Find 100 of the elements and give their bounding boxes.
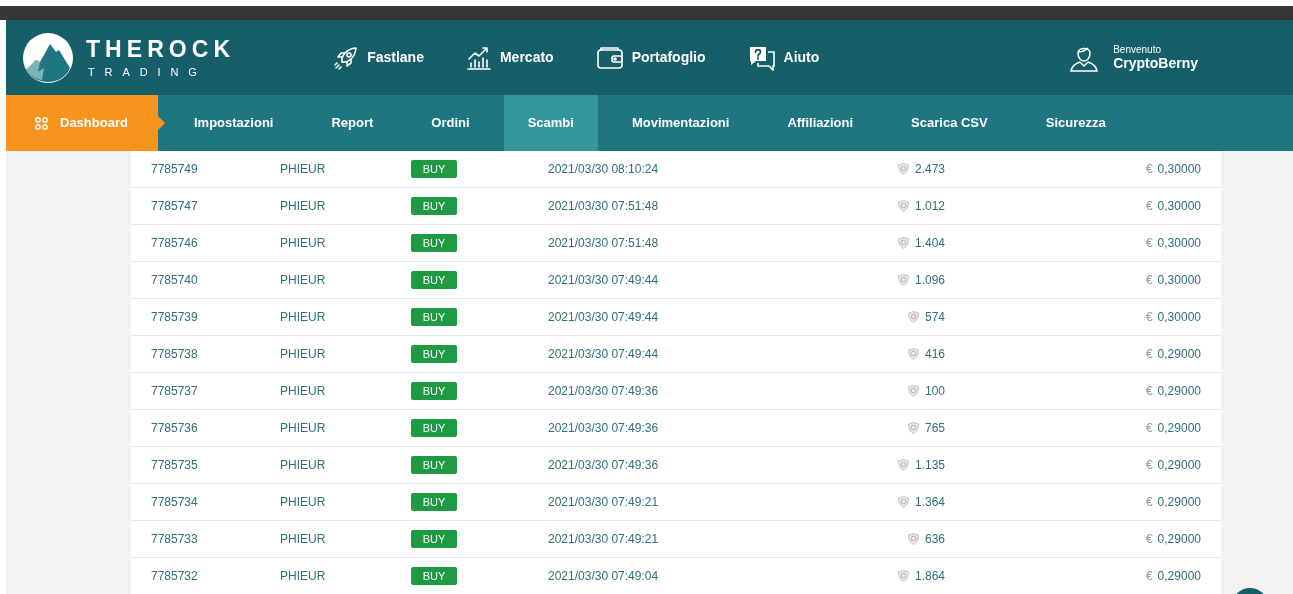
pair-cell-text: PHIEUR [280,235,327,252]
trade-id: 7785733 [150,531,199,548]
shield-coin-icon [897,570,909,582]
amount-cell-text: 2.473 [914,161,945,178]
currency-symbol: € [1145,494,1153,511]
trade-id: 7785738 [150,346,199,363]
trade-id: 7785746 [150,235,199,252]
amount-cell-text: 574 [924,309,945,326]
pair-cell-text: PHIEUR [280,383,327,400]
trade-id: 7785740 [150,272,199,289]
brand-name: THEROCK [86,37,236,61]
date-cell-text: 2021/03/30 07:49:36 [548,457,660,474]
currency-symbol: € [1145,457,1153,474]
wallet-icon [595,44,624,71]
shield-coin-icon [907,533,919,545]
pair-cell-text: PHIEUR [280,198,327,215]
side-badge: BUY [411,345,457,363]
trade-id: 7785736 [150,420,199,437]
side-badge: BUY [411,456,457,474]
pair-cell-text: PHIEUR [280,420,327,437]
shield-coin-icon [907,348,919,360]
top-menu-link[interactable]: Mercato [465,44,554,71]
amount-cell-text: 1.012 [914,198,945,215]
side-badge: BUY [411,382,457,400]
nav-tab[interactable]: Scarica CSV [887,95,1012,151]
price-cell-text: 0,30000 [1157,161,1201,178]
shield-coin-icon [897,200,909,212]
mountain-logo-icon [22,31,74,84]
currency-symbol: € [1145,235,1153,252]
pair-cell-text: PHIEUR [280,309,327,326]
date-cell-text: 2021/03/30 07:49:21 [548,494,660,511]
nav-tab[interactable]: Movimentazioni [607,95,754,151]
amount-cell-text: 1.135 [914,457,945,474]
shield-coin-icon [907,385,919,397]
price-cell-text: 0,29000 [1157,531,1201,548]
pointer-arrow-icon [158,116,165,130]
trade-id: 7785732 [150,568,199,585]
currency-symbol: € [1145,531,1153,548]
side-badge: BUY [411,567,457,585]
nav-tab[interactable]: Report [307,95,398,151]
trade-id: 7785739 [150,309,199,326]
currency-symbol: € [1145,346,1153,363]
pair-cell-text: PHIEUR [280,346,327,363]
side-badge: BUY [411,493,457,511]
shield-coin-icon [897,274,909,286]
top-menu-link[interactable]: Portafoglio [595,44,706,71]
side-badge: BUY [411,234,457,252]
pair-cell-text: PHIEUR [280,494,327,511]
shield-coin-icon [897,237,909,249]
nav-tab[interactable]: Affiliazioni [763,95,878,151]
price-cell-text: 0,30000 [1157,309,1201,326]
top-menu-link[interactable]: Aiuto [747,44,820,71]
price-cell-text: 0,29000 [1157,568,1201,585]
price-cell-text: 0,30000 [1157,235,1201,252]
side-badge: BUY [411,271,457,289]
amount-cell-text: 1.404 [914,235,945,252]
trade-id: 7785737 [150,383,199,400]
currency-symbol: € [1145,568,1153,585]
pair-cell-text: PHIEUR [280,568,327,585]
nav-tab[interactable]: Ordini [407,95,494,151]
price-cell-text: 0,30000 [1157,272,1201,289]
side-badge: BUY [411,308,457,326]
currency-symbol: € [1145,272,1153,289]
help-chat-icon [747,44,776,71]
date-cell-text: 2021/03/30 07:51:48 [548,198,660,215]
price-cell-text: 0,30000 [1157,198,1201,215]
shield-coin-icon [897,163,909,175]
amount-cell-text: 1.864 [914,568,945,585]
nav-tab[interactable]: Sicurezza [1021,95,1130,151]
date-cell-text: 2021/03/30 07:49:36 [548,420,660,437]
pair-cell-text: PHIEUR [280,457,327,474]
currency-symbol: € [1145,420,1153,437]
shield-coin-icon [907,311,919,323]
date-cell-text: 2021/03/30 07:49:44 [548,346,660,363]
price-cell-text: 0,29000 [1157,383,1201,400]
amount-cell-text: 765 [924,420,945,437]
amount-cell-text: 1.096 [914,272,945,289]
date-cell-text: 2021/03/30 07:49:21 [548,531,660,548]
side-badge: BUY [411,160,457,178]
top-menu-link[interactable]: Fastlane [333,44,424,71]
side-badge: BUY [411,530,457,548]
nav-tab[interactable]: Scambi [503,95,598,151]
shield-coin-icon [897,496,909,508]
date-cell-text: 2021/03/30 07:49:04 [548,568,660,585]
rocket-icon [333,44,360,71]
pair-cell-text: PHIEUR [280,272,327,289]
pair-cell-text: PHIEUR [280,161,327,178]
currency-symbol: € [1145,198,1153,215]
currency-symbol: € [1145,161,1153,178]
amount-cell-text: 636 [924,531,945,548]
amount-cell-text: 416 [924,346,945,363]
side-badge: BUY [411,197,457,215]
greeting-text: Benvenuto [1113,45,1163,55]
price-cell-text: 0,29000 [1157,457,1201,474]
amount-cell-text: 100 [924,383,945,400]
date-cell-text: 2021/03/30 07:49:44 [548,309,660,326]
side-badge: BUY [411,419,457,437]
currency-symbol: € [1145,309,1153,326]
price-cell-text: 0,29000 [1157,494,1201,511]
nav-tab[interactable]: Impostazioni [170,95,298,151]
